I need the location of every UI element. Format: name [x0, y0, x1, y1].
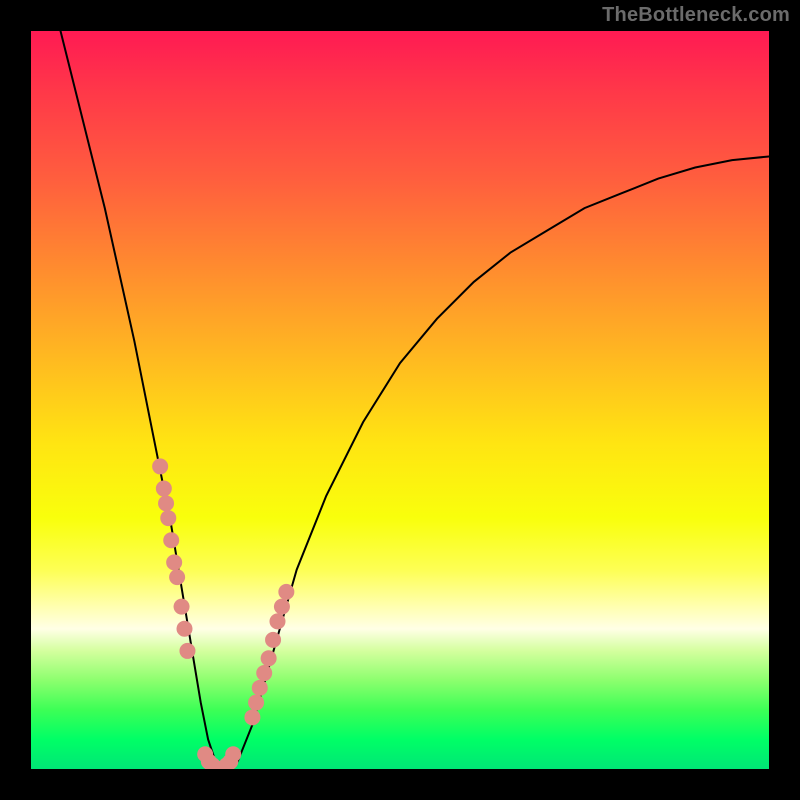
marker-dot: [274, 599, 290, 615]
chart-frame: TheBottleneck.com: [0, 0, 800, 800]
marker-dot: [169, 569, 185, 585]
marker-dot: [244, 709, 260, 725]
marker-dot: [166, 554, 182, 570]
marker-dot: [163, 532, 179, 548]
marker-dot: [225, 746, 241, 762]
marker-dot: [158, 495, 174, 511]
marker-dot: [252, 680, 268, 696]
marker-dot: [179, 643, 195, 659]
marker-dot: [174, 599, 190, 615]
plot-area: [31, 31, 769, 769]
chart-svg: [31, 31, 769, 769]
marker-dot: [156, 481, 172, 497]
marker-dot: [269, 613, 285, 629]
marker-dot: [177, 621, 193, 637]
marker-dot: [160, 510, 176, 526]
marker-dot: [256, 665, 272, 681]
marker-dot: [248, 695, 264, 711]
marker-dot: [152, 458, 168, 474]
marker-dot: [265, 632, 281, 648]
marker-dot: [261, 650, 277, 666]
watermark-text: TheBottleneck.com: [602, 4, 790, 27]
bottleneck-curve: [61, 31, 769, 769]
marker-group: [152, 458, 294, 769]
marker-dot: [278, 584, 294, 600]
